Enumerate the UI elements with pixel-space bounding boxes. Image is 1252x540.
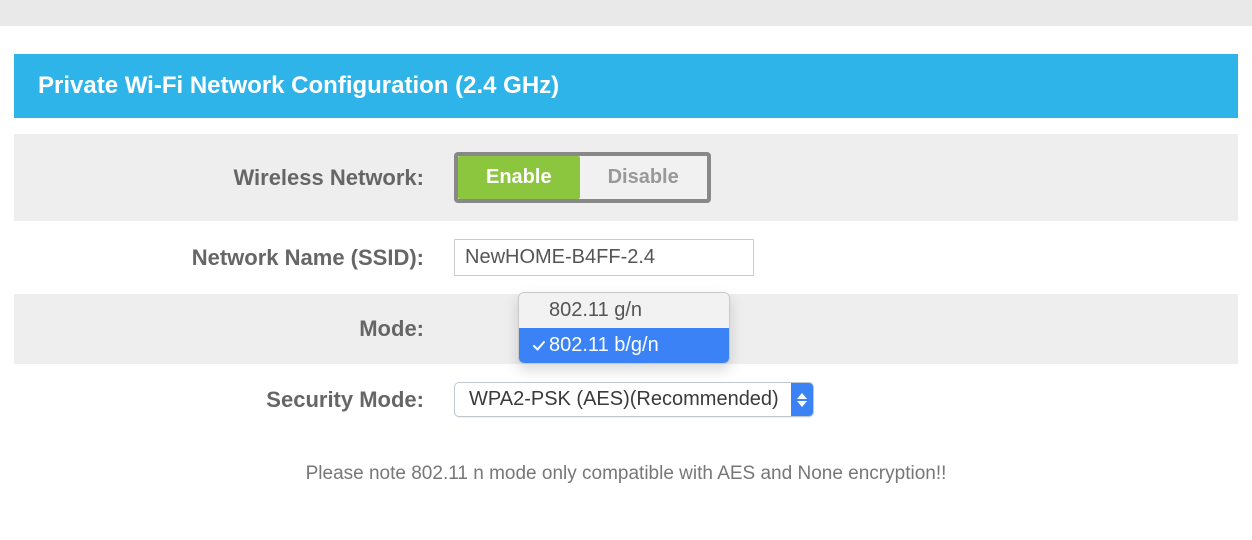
wireless-network-label: Wireless Network: (14, 165, 454, 191)
panel-header: Private Wi-Fi Network Configuration (2.4… (14, 54, 1238, 118)
wireless-network-control: Enable Disable (454, 152, 1238, 203)
ssid-label: Network Name (SSID): (14, 245, 454, 271)
mode-option-gn-label: 802.11 g/n (549, 299, 642, 322)
security-mode-label: Security Mode: (14, 387, 454, 413)
select-arrows-icon (791, 383, 813, 416)
mode-option-bgn[interactable]: 802.11 b/g/n (519, 328, 729, 363)
disable-button[interactable]: Disable (580, 156, 707, 199)
mode-dropdown-open[interactable]: 802.11 g/n 802.11 b/g/n (518, 292, 730, 364)
check-icon (529, 339, 549, 353)
compatibility-note: Please note 802.11 n mode only compatibl… (14, 435, 1238, 485)
security-mode-control: WPA2-PSK (AES)(Recommended) (454, 382, 1238, 417)
security-mode-value: WPA2-PSK (AES)(Recommended) (455, 383, 791, 416)
spacer (14, 118, 1238, 134)
row-ssid: Network Name (SSID): (14, 221, 1238, 294)
panel-title: Private Wi-Fi Network Configuration (2.4… (38, 72, 559, 99)
row-security-mode: Security Mode: WPA2-PSK (AES)(Recommende… (14, 364, 1238, 435)
row-wireless-network: Wireless Network: Enable Disable (14, 134, 1238, 221)
enable-button[interactable]: Enable (458, 156, 580, 199)
mode-label: Mode: (14, 316, 454, 342)
security-mode-select[interactable]: WPA2-PSK (AES)(Recommended) (454, 382, 814, 417)
wireless-toggle-group: Enable Disable (454, 152, 711, 203)
ssid-input[interactable] (454, 239, 754, 276)
top-spacer-bar (0, 0, 1252, 26)
mode-option-bgn-label: 802.11 b/g/n (549, 334, 659, 357)
ssid-control (454, 239, 1238, 276)
mode-option-gn[interactable]: 802.11 g/n (519, 293, 729, 328)
